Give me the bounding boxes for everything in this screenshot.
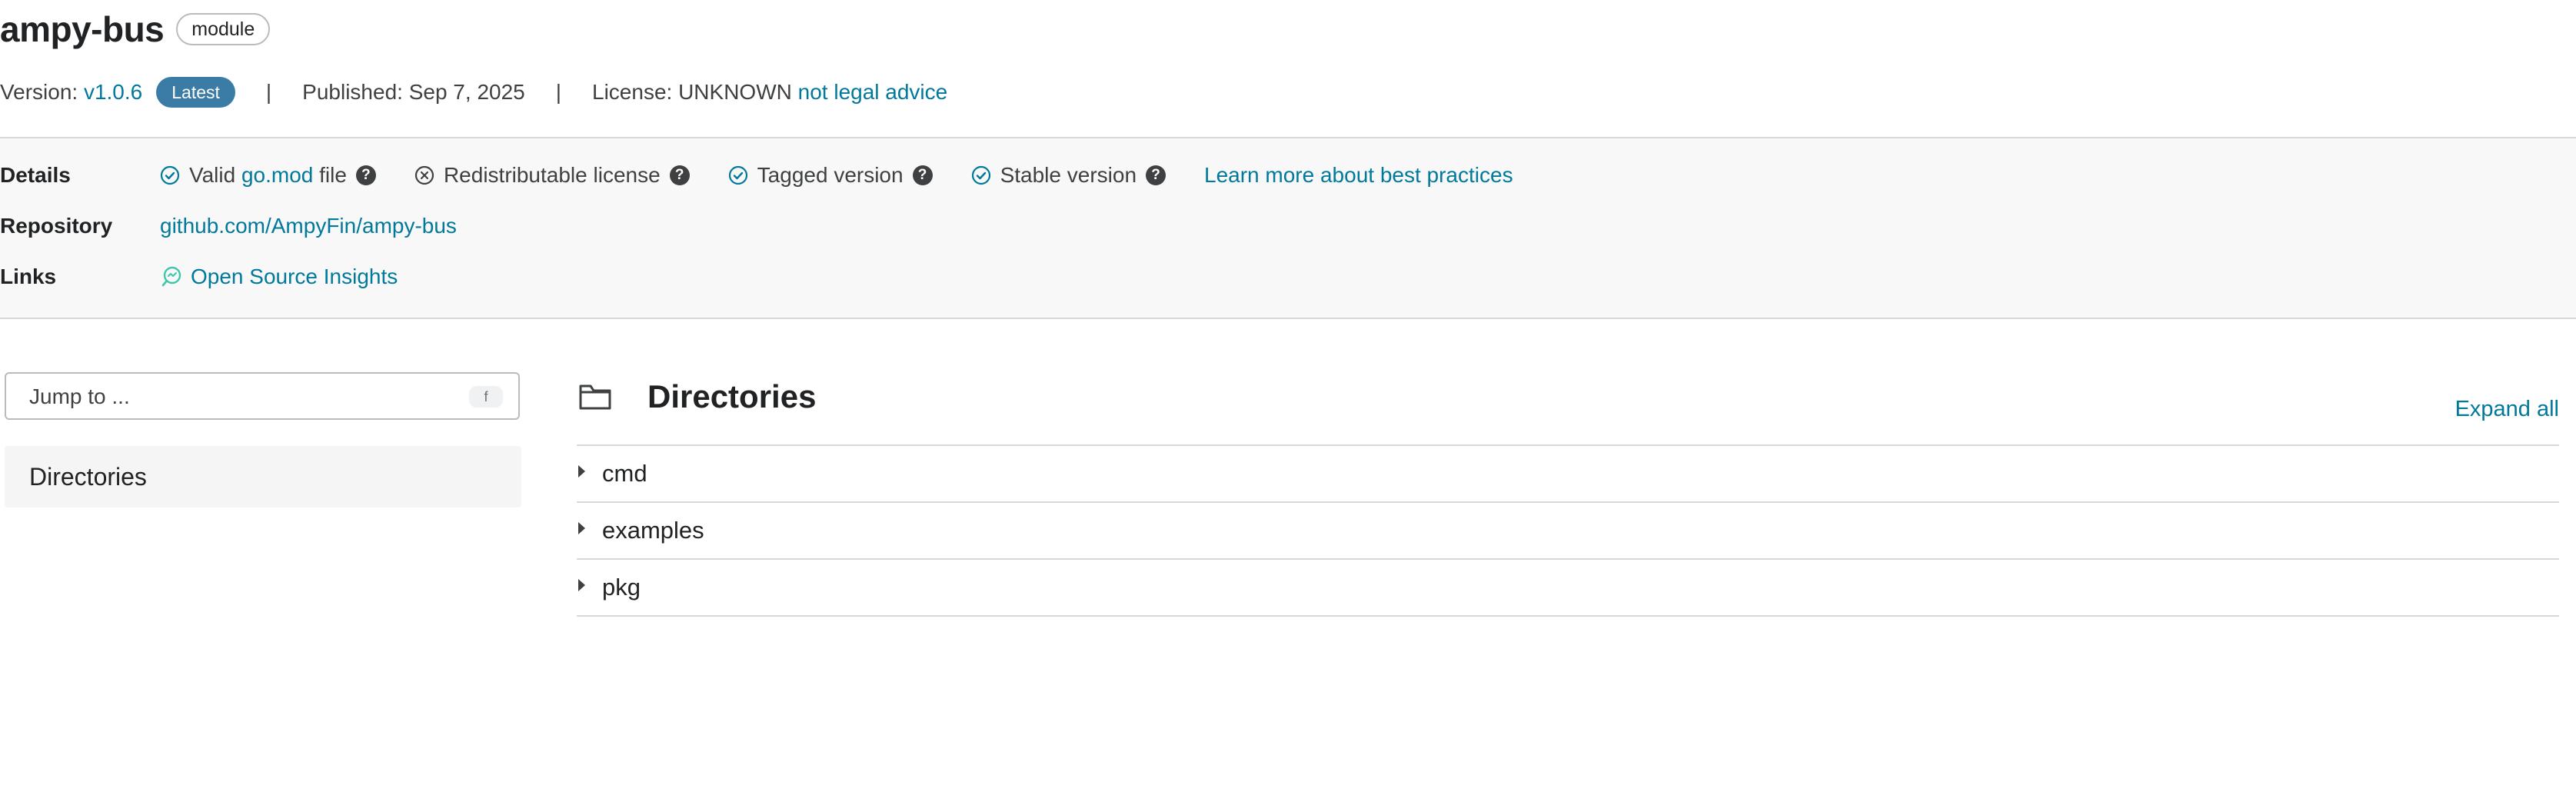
check-stable: Stable version ? — [971, 163, 1167, 188]
directories-heading: Directories — [578, 378, 816, 415]
help-icon[interactable]: ? — [355, 165, 376, 185]
check-redistributable: Redistributable license ? — [414, 163, 690, 188]
repository-row: Repository github.com/AmpyFin/ampy-bus — [0, 209, 457, 243]
section-title: Directories — [647, 378, 817, 414]
check-tagged: Tagged version ? — [728, 163, 933, 188]
sidebar-item-label: Directories — [29, 462, 147, 491]
package-page: ampy-bus module Version: v1.0.6 Latest |… — [0, 0, 2576, 812]
repository-label: Repository — [0, 214, 113, 238]
sidebar-item-directories[interactable]: Directories — [5, 446, 521, 508]
page-title: ampy-bus — [0, 9, 165, 49]
separator: | — [555, 80, 562, 104]
check-valid-gomod: Valid go.mod file ? — [160, 163, 376, 188]
jump-shortcut-key: f — [469, 386, 503, 408]
learn-more-link[interactable]: Learn more about best practices — [1204, 163, 1513, 188]
tagged-text: Tagged version — [757, 163, 904, 187]
x-circle-icon — [414, 165, 434, 185]
help-icon[interactable]: ? — [669, 165, 690, 185]
separator: | — [265, 80, 272, 104]
links-label: Links — [0, 265, 57, 288]
expand-all-button[interactable]: Expand all — [2455, 397, 2559, 422]
version-label: Version: — [0, 80, 78, 104]
directory-row-examples[interactable]: examples — [577, 503, 2559, 560]
details-row: Details Valid go.mod file ? Redistributa… — [0, 158, 1513, 192]
gomod-link[interactable]: go.mod — [241, 163, 313, 188]
open-source-insights[interactable]: Open Source Insights — [160, 265, 398, 289]
folder-icon — [578, 381, 612, 412]
directories-list: cmd examples pkg — [577, 444, 2559, 617]
directory-name: pkg — [602, 574, 641, 601]
title-row: ampy-bus module — [0, 6, 271, 52]
links-row: Links Open Source Insights — [0, 260, 398, 294]
details-label: Details — [0, 163, 71, 187]
directory-name: cmd — [602, 460, 647, 487]
valid-prefix: Valid — [189, 163, 236, 187]
directory-row-cmd[interactable]: cmd — [577, 446, 2559, 503]
version-link[interactable]: v1.0.6 — [84, 80, 142, 105]
published-date: Published: Sep 7, 2025 — [302, 80, 525, 104]
valid-suffix: file — [319, 163, 347, 187]
open-source-insights-link[interactable]: Open Source Insights — [191, 265, 398, 289]
check-circle-icon — [971, 165, 991, 185]
open-source-insights-icon — [160, 265, 183, 288]
check-circle-icon — [728, 165, 748, 185]
page-header: ampy-bus module Version: v1.0.6 Latest |… — [0, 0, 2576, 138]
check-circle-icon — [160, 165, 180, 185]
repository-link[interactable]: github.com/AmpyFin/ampy-bus — [160, 214, 457, 238]
directory-row-pkg[interactable]: pkg — [577, 560, 2559, 617]
caret-right-icon — [578, 579, 585, 591]
license-label: License: UNKNOWN — [592, 80, 792, 104]
redistributable-text: Redistributable license — [443, 163, 661, 187]
module-badge: module — [176, 13, 271, 45]
caret-right-icon — [578, 522, 585, 534]
directory-name: examples — [602, 517, 704, 544]
latest-badge: Latest — [156, 77, 235, 108]
caret-right-icon — [578, 465, 585, 478]
meta-row: Version: v1.0.6 Latest | Published: Sep … — [0, 74, 947, 111]
details-checks: Valid go.mod file ? Redistributable lice… — [160, 163, 1513, 188]
jump-to-input[interactable] — [29, 383, 429, 411]
details-panel: Details Valid go.mod file ? Redistributa… — [0, 137, 2576, 319]
help-icon[interactable]: ? — [912, 165, 933, 185]
license-note-link[interactable]: not legal advice — [798, 80, 948, 105]
help-icon[interactable]: ? — [1146, 165, 1167, 185]
stable-text: Stable version — [1000, 163, 1137, 187]
jump-to-box[interactable]: f — [5, 372, 520, 420]
